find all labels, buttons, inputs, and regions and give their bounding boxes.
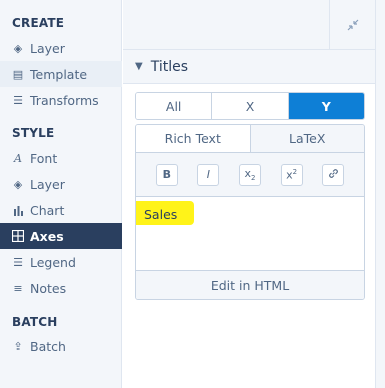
subscript-button[interactable]: x2 <box>238 163 261 186</box>
sidebar-item-label: Transforms <box>30 92 99 108</box>
template-icon: ▤ <box>12 67 24 81</box>
axis-option-y[interactable]: Y <box>288 93 364 119</box>
notes-icon: ≡ <box>13 281 23 295</box>
axes-panel: ▼ Titles All X Y Rich Text LaTeX B I x2 … <box>123 50 375 388</box>
sidebar-item-notes[interactable]: ≡ Notes <box>0 275 122 301</box>
sidebar-item-template[interactable]: ▤ Template <box>0 61 122 87</box>
link-icon <box>328 168 339 182</box>
sidebar-item-chart[interactable]: Chart <box>0 197 122 223</box>
link-button[interactable] <box>322 163 345 186</box>
scroll-gutter <box>375 0 385 388</box>
sidebar-item-label: Layer <box>30 40 65 56</box>
section-title-create: CREATE <box>12 16 65 30</box>
section-title-style: STYLE <box>12 126 55 140</box>
collapse-button[interactable] <box>329 0 375 50</box>
sidebar: CREATE ◈ Layer ▤ Template ☰ Transforms STYL… <box>0 0 122 388</box>
tab-rich-text[interactable]: Rich Text <box>136 125 251 152</box>
editor-toolbar: B I x2 x2 <box>136 153 364 197</box>
tab-latex[interactable]: LaTeX <box>250 125 364 152</box>
grid-icon <box>12 230 24 242</box>
sidebar-item-transforms[interactable]: ☰ Transforms <box>0 87 122 113</box>
section-title-batch: BATCH <box>12 315 58 329</box>
subscript-icon: x2 <box>244 166 256 183</box>
sidebar-item-label: Batch <box>30 338 66 354</box>
batch-icon: ⇪ <box>13 339 23 353</box>
titles-section-header[interactable]: ▼ Titles <box>123 50 375 84</box>
italic-button[interactable]: I <box>197 163 220 186</box>
layers-icon: ◈ <box>13 177 23 191</box>
superscript-button[interactable]: x2 <box>280 163 303 186</box>
font-icon: A <box>14 151 22 165</box>
collapse-icon <box>347 16 359 35</box>
top-bar <box>123 0 375 50</box>
sidebar-item-label: Font <box>30 150 58 166</box>
sidebar-item-font[interactable]: A Font <box>0 145 122 171</box>
title-editor: Rich Text LaTeX B I x2 x2 Sales Edit in … <box>135 124 365 300</box>
sidebar-item-label: Legend <box>30 254 76 270</box>
axis-option-x[interactable]: X <box>212 93 289 119</box>
chart-icon <box>12 204 24 216</box>
sidebar-item-layer-style[interactable]: ◈ Layer <box>0 171 122 197</box>
sidebar-item-axes[interactable]: Axes <box>0 223 122 249</box>
sidebar-item-batch[interactable]: ⇪ Batch <box>0 333 122 359</box>
sidebar-item-label: Chart <box>30 202 65 218</box>
title-text: Sales <box>144 207 178 222</box>
chevron-down-icon: ▼ <box>135 61 143 72</box>
italic-label: I <box>206 168 211 181</box>
axis-option-all[interactable]: All <box>136 93 213 119</box>
edit-in-html-button[interactable]: Edit in HTML <box>136 270 364 299</box>
sidebar-item-label: Axes <box>30 228 64 244</box>
axis-selector: All X Y <box>135 92 365 120</box>
layers-icon: ◈ <box>13 41 23 55</box>
sidebar-item-layer[interactable]: ◈ Layer <box>0 35 122 61</box>
bold-label: B <box>162 168 171 181</box>
sidebar-item-label: Notes <box>30 280 67 296</box>
bold-button[interactable]: B <box>155 163 178 186</box>
sidebar-item-label: Layer <box>30 176 65 192</box>
sidebar-item-legend[interactable]: ☰ Legend <box>0 249 122 275</box>
section-title: Titles <box>150 58 188 75</box>
sidebar-item-label: Template <box>30 66 88 82</box>
editor-tabs: Rich Text LaTeX <box>136 125 364 153</box>
list-icon: ☰ <box>13 255 23 269</box>
superscript-icon: x2 <box>286 167 298 182</box>
list-icon: ☰ <box>13 93 23 107</box>
